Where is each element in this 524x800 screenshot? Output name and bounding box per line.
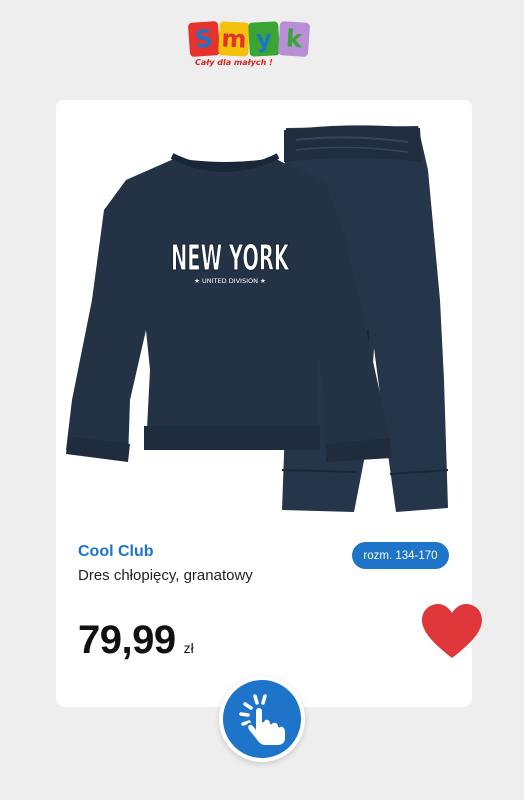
logo-letter: S	[194, 24, 214, 54]
heart-icon[interactable]	[420, 602, 484, 662]
product-description: Dres chłopięcy, granatowy	[78, 567, 253, 584]
sweatshirt-print: NEW YORK ★ UNITED DIVISION ★	[171, 238, 291, 286]
product-image[interactable]: NEW YORK ★ UNITED DIVISION ★	[56, 100, 472, 530]
logo-tile-s: S	[187, 20, 221, 58]
print-title: NEW YORK	[171, 238, 290, 279]
logo-tile-y: y	[248, 21, 280, 57]
price-currency: zł	[183, 640, 194, 656]
logo-tiles: S m y k	[187, 20, 311, 58]
brand-name: Cool Club	[78, 543, 154, 560]
size-badge[interactable]: rozm. 134-170	[352, 542, 449, 569]
smyk-logo: S m y k Cały dla małych !	[187, 20, 335, 72]
logo-tile-k: k	[277, 20, 311, 58]
tap-hand-icon	[239, 694, 287, 747]
logo-letter: m	[220, 24, 248, 54]
tap-button[interactable]	[219, 676, 305, 762]
logo-tagline: Cały dla małych !	[195, 58, 273, 67]
logo-letter: k	[285, 24, 303, 54]
price-value: 79,99	[78, 618, 176, 662]
price: 79,99 zł	[78, 618, 194, 663]
product-card[interactable]: NEW YORK ★ UNITED DIVISION ★ Cool Club D…	[56, 100, 472, 707]
print-subtitle: ★ UNITED DIVISION ★	[194, 277, 266, 285]
logo-letter: y	[255, 24, 273, 54]
logo-tile-m: m	[218, 21, 250, 57]
